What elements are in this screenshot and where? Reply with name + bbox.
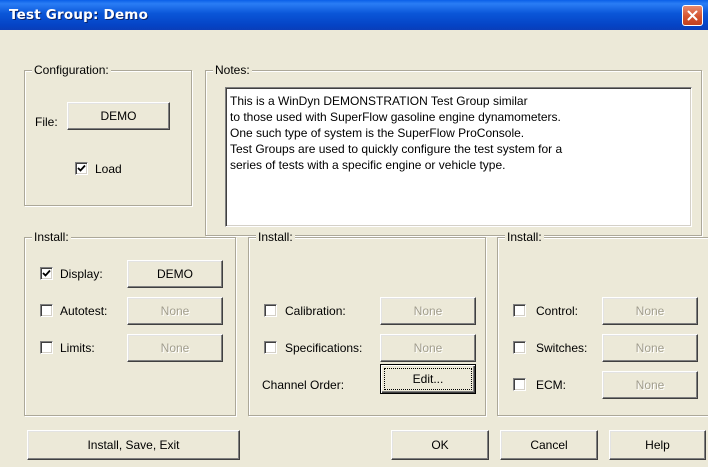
window-title: Test Group: Demo — [9, 7, 149, 23]
specifications-label: Specifications: — [285, 341, 363, 355]
configuration-group-label: Configuration: — [32, 63, 111, 77]
notes-line: Test Groups are used to quickly configur… — [230, 142, 563, 156]
file-label: File: — [35, 115, 58, 129]
switches-label: Switches: — [536, 341, 588, 355]
calibration-checkbox[interactable] — [264, 304, 277, 317]
notes-line: to those used with SuperFlow gasoline en… — [230, 110, 561, 124]
file-button[interactable]: DEMO — [67, 102, 170, 130]
configuration-group: Configuration: — [24, 63, 192, 206]
checkmark-icon — [77, 164, 86, 172]
control-button[interactable]: None — [602, 297, 698, 325]
display-checkbox[interactable] — [40, 267, 53, 280]
close-button[interactable] — [682, 5, 703, 26]
specifications-checkbox[interactable] — [264, 341, 277, 354]
ecm-checkbox[interactable] — [513, 378, 526, 391]
limits-label: Limits: — [60, 341, 95, 355]
notes-line: One such type of system is the SuperFlow… — [230, 126, 525, 140]
install-group-label: Install: — [505, 230, 544, 244]
help-button[interactable]: Help — [609, 430, 706, 460]
notes-group-label: Notes: — [213, 63, 252, 77]
autotest-button[interactable]: None — [127, 297, 223, 325]
display-label: Display: — [60, 267, 103, 281]
install-group-label: Install: — [32, 230, 71, 244]
specifications-button[interactable]: None — [380, 334, 476, 362]
cancel-button[interactable]: Cancel — [500, 430, 598, 460]
dialog-body: Configuration: File: DEMO Load Notes: Th… — [0, 30, 708, 467]
display-button[interactable]: DEMO — [127, 260, 223, 288]
title-bar: Test Group: Demo — [0, 0, 708, 30]
checkmark-icon — [42, 269, 51, 277]
load-checkbox[interactable] — [75, 162, 88, 175]
switches-button[interactable]: None — [602, 334, 698, 362]
limits-checkbox[interactable] — [40, 341, 53, 354]
ok-button[interactable]: OK — [391, 430, 489, 460]
install-group-label: Install: — [256, 230, 295, 244]
notes-line: This is a WinDyn DEMONSTRATION Test Grou… — [230, 94, 528, 108]
channel-order-edit-button[interactable]: Edit... — [380, 364, 476, 394]
channel-order-label: Channel Order: — [262, 378, 345, 392]
focus-rectangle — [384, 368, 472, 390]
install-save-exit-button[interactable]: Install, Save, Exit — [27, 430, 240, 460]
calibration-label: Calibration: — [285, 304, 346, 318]
notes-textarea[interactable]: This is a WinDyn DEMONSTRATION Test Grou… — [225, 87, 692, 227]
switches-checkbox[interactable] — [513, 341, 526, 354]
load-label: Load — [95, 162, 122, 176]
close-icon — [687, 10, 698, 21]
ecm-label: ECM: — [536, 378, 566, 392]
calibration-button[interactable]: None — [380, 297, 476, 325]
ecm-button[interactable]: None — [602, 371, 698, 399]
autotest-label: Autotest: — [60, 304, 108, 318]
control-label: Control: — [536, 304, 579, 318]
control-checkbox[interactable] — [513, 304, 526, 317]
notes-line: series of tests with a specific engine o… — [230, 158, 506, 172]
limits-button[interactable]: None — [127, 334, 223, 362]
autotest-checkbox[interactable] — [40, 304, 53, 317]
